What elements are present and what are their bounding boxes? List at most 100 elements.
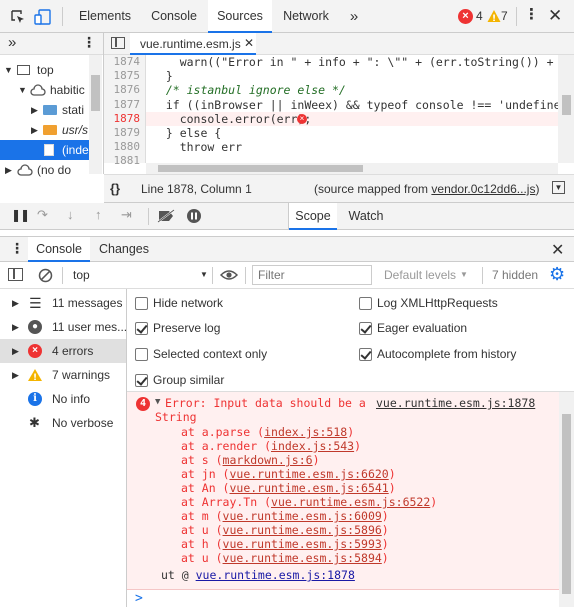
sidebar-item-user-messages[interactable]: ▶ ● 11 user mes... <box>0 315 126 339</box>
close-devtools-icon[interactable]: ✕ <box>548 7 562 25</box>
stack-frame-link[interactable]: markdown.js:6 <box>223 453 313 467</box>
file-icon <box>44 144 54 156</box>
deactivate-breakpoints-icon[interactable] <box>157 209 175 223</box>
tree-item-habitica[interactable]: ▼ habitic <box>0 80 90 100</box>
pretty-print-icon[interactable]: {} <box>110 181 120 196</box>
hide-network-checkbox[interactable] <box>135 297 148 310</box>
sidebar-item-messages[interactable]: ▶ ☰ 11 messages <box>0 291 126 315</box>
editor-hscrollbar[interactable] <box>146 163 558 174</box>
sidebar-item-warnings[interactable]: ▶ ! 7 warnings <box>0 363 126 387</box>
stack-frame-link[interactable]: vue.runtime.esm.js:5896 <box>223 523 382 537</box>
tree-item-index[interactable]: (inde <box>0 140 90 160</box>
more-navigator-tabs-icon[interactable]: » <box>8 34 16 51</box>
console-scrollbar[interactable] <box>559 392 574 607</box>
error-marker-icon[interactable]: × <box>297 114 307 124</box>
tab-scope[interactable]: Scope <box>289 203 337 230</box>
tree-item-top[interactable]: ▼ top <box>0 60 90 80</box>
step-out-icon[interactable]: ↑ <box>95 207 102 222</box>
toggle-sidebar-icon[interactable]: ▼ <box>552 181 565 194</box>
device-toolbar-icon[interactable] <box>34 8 52 26</box>
more-tabs-icon[interactable]: » <box>340 0 368 33</box>
tree-item-usr[interactable]: ▶ usr/s <box>0 120 90 140</box>
context-select[interactable]: top <box>73 268 90 282</box>
pause-icon[interactable]: ❚❚ <box>11 208 30 222</box>
line-gutter: 1874 1875 1876 1877 1878 1879 1880 1881 <box>104 55 146 167</box>
drawer-tab-console[interactable]: Console <box>28 237 90 262</box>
hidden-count: 7 hidden <box>492 268 539 282</box>
console-settings-gear-icon[interactable]: ⚙ <box>549 264 565 285</box>
tab-vue-runtime[interactable]: vue.runtime.esm.js ✕ <box>130 33 256 55</box>
warning-icon[interactable]: ! <box>487 9 501 23</box>
tab-console[interactable]: Console <box>140 0 208 33</box>
stack-frame-link[interactable]: vue.runtime.esm.js:5993 <box>223 537 382 551</box>
console-sidebar: ▶ ☰ 11 messages ▶ ● 11 user mes... ▶ × 4… <box>0 289 127 607</box>
log-xhr-checkbox[interactable] <box>359 297 372 310</box>
navigator-menu-icon[interactable]: ⋮ <box>82 34 96 51</box>
sidebar-item-errors[interactable]: ▶ × 4 errors <box>0 339 126 363</box>
console-sidebar-toggle-icon[interactable] <box>8 268 23 281</box>
live-expression-eye-icon[interactable] <box>220 269 238 281</box>
tab-elements[interactable]: Elements <box>70 0 140 33</box>
error-icon[interactable]: × <box>458 9 473 24</box>
toggle-navigator-icon[interactable] <box>111 37 125 49</box>
stack-frame-link[interactable]: vue.runtime.esm.js:6620 <box>229 467 388 481</box>
expanded-arrow-icon[interactable]: ▼ <box>155 397 160 407</box>
sidebar-item-info[interactable]: i No info <box>0 387 126 411</box>
editor-tabbar: vue.runtime.esm.js ✕ <box>104 33 574 55</box>
drawer-menu-icon[interactable]: ⋮ <box>10 240 24 257</box>
filter-input[interactable] <box>252 265 372 285</box>
error-repeat-count: 4 <box>136 397 150 411</box>
stack-frame-link[interactable]: vue.runtime.esm.js:6541 <box>229 481 388 495</box>
close-tab-icon[interactable]: ✕ <box>244 36 254 50</box>
ut-source-link[interactable]: vue.runtime.esm.js:1878 <box>196 568 355 582</box>
inspect-element-icon[interactable] <box>10 9 26 25</box>
editor-vscrollbar[interactable] <box>558 55 574 163</box>
step-over-icon[interactable]: ↷ <box>37 207 48 223</box>
stack-frame-link[interactable]: index.js:518 <box>264 425 347 439</box>
source-map-link[interactable]: vendor.0c12dd6...js <box>431 182 535 196</box>
selected-context-checkbox[interactable] <box>135 348 148 361</box>
clear-console-icon[interactable] <box>38 268 53 283</box>
eager-evaluation-checkbox[interactable] <box>359 322 372 335</box>
pause-on-exceptions-icon[interactable] <box>186 208 202 224</box>
code-area[interactable]: warn(("Error in " + info + ": \"" + (err… <box>146 55 558 163</box>
dropdown-arrow-icon[interactable]: ▼ <box>460 270 468 279</box>
group-similar-checkbox[interactable] <box>135 374 148 387</box>
error-count[interactable]: 4 <box>476 9 483 23</box>
collapsed-arrow-icon: ▶ <box>31 105 38 115</box>
sources-navigator: » ⋮ ▼ top ▼ habitic ▶ stati ▶ usr/s (ind… <box>0 33 104 177</box>
stack-frame-link[interactable]: vue.runtime.esm.js:5894 <box>223 551 382 565</box>
code-line: if ((inBrowser || inWeex) && typeof cons… <box>152 97 558 112</box>
kebab-menu-icon[interactable]: ⋮ <box>524 5 539 25</box>
bug-icon: ✱ <box>29 415 40 430</box>
tab-watch[interactable]: Watch <box>341 203 391 230</box>
warning-count[interactable]: 7 <box>501 9 508 23</box>
tab-sources[interactable]: Sources <box>208 0 272 33</box>
tab-network[interactable]: Network <box>272 0 340 33</box>
preserve-log-checkbox[interactable] <box>135 322 148 335</box>
close-drawer-icon[interactable]: ✕ <box>551 240 564 260</box>
navigator-scrollbar[interactable] <box>89 55 102 174</box>
code-line: console.error(err); <box>152 111 312 126</box>
console-toolbar: top ▼ Default levels ▼ 7 hidden ⚙ <box>0 262 574 289</box>
sidebar-item-verbose[interactable]: ✱ No verbose <box>0 411 126 435</box>
error-source-link[interactable]: vue.runtime.esm.js:1878 <box>376 396 535 411</box>
tree-item-no-domain[interactable]: ▶ (no do <box>0 160 90 180</box>
error-text: Error: Input data should be a <box>165 396 366 410</box>
dropdown-arrow-icon[interactable]: ▼ <box>200 270 208 279</box>
autocomplete-checkbox[interactable] <box>359 348 372 361</box>
navigator-header: » ⋮ <box>0 33 103 55</box>
stack-frame: at h (vue.runtime.esm.js:5993) <box>181 537 389 551</box>
step-into-icon[interactable]: ↓ <box>67 207 74 222</box>
stack-frame: at jn (vue.runtime.esm.js:6620) <box>181 467 396 481</box>
stack-frame-link[interactable]: index.js:543 <box>271 439 354 453</box>
tree-item-static[interactable]: ▶ stati <box>0 100 90 120</box>
stack-frame-link[interactable]: vue.runtime.esm.js:6009 <box>223 509 382 523</box>
folder-icon <box>43 105 57 115</box>
step-icon[interactable]: ⇥ <box>121 207 132 223</box>
stack-frame: at m (vue.runtime.esm.js:6009) <box>181 509 389 523</box>
drawer-tab-changes[interactable]: Changes <box>92 237 156 262</box>
stack-frame-link[interactable]: vue.runtime.esm.js:6522 <box>271 495 430 509</box>
log-levels-select[interactable]: Default levels <box>384 268 456 282</box>
console-prompt[interactable]: > <box>127 590 559 607</box>
